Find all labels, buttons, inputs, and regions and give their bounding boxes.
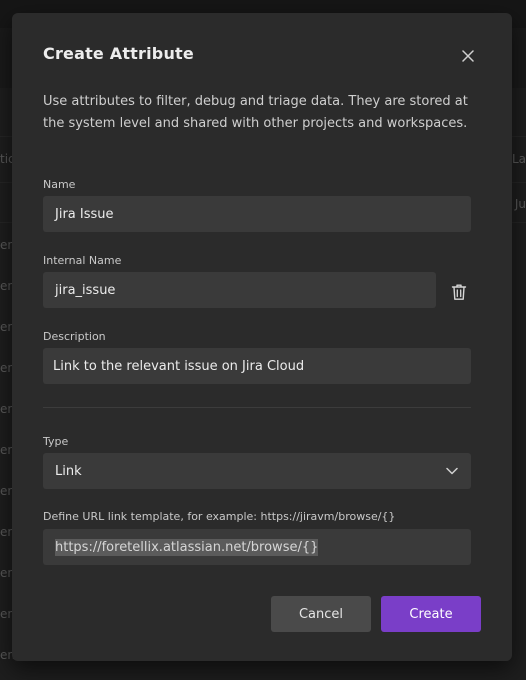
name-input-value: Jira Issue: [55, 206, 114, 222]
internal-name-input[interactable]: jira_issue: [43, 272, 436, 308]
type-label: Type: [43, 435, 69, 448]
description-label: Description: [43, 330, 106, 343]
name-input[interactable]: Jira Issue: [43, 196, 471, 232]
create-button[interactable]: Create: [381, 596, 481, 632]
description-input-value: Link to the relevant issue on Jira Cloud: [53, 358, 305, 374]
type-select[interactable]: Link: [43, 453, 471, 489]
section-divider: [43, 407, 471, 408]
dialog-title: Create Attribute: [43, 44, 194, 63]
internal-name-input-value: jira_issue: [55, 282, 116, 298]
type-select-value: Link: [55, 463, 82, 479]
name-label: Name: [43, 178, 76, 191]
table-cell-fragment: Ju: [514, 197, 526, 211]
url-template-label: Define URL link template, for example: h…: [43, 510, 396, 523]
dialog-description: Use attributes to filter, debug and tria…: [43, 94, 468, 131]
url-template-input-value: https://foretellix.atlassian.net/browse/…: [55, 538, 319, 556]
cancel-button[interactable]: Cancel: [271, 596, 371, 632]
delete-internal-name-button[interactable]: [449, 281, 469, 303]
chevron-down-icon: [445, 464, 459, 478]
url-template-input[interactable]: https://foretellix.atlassian.net/browse/…: [43, 529, 471, 565]
trash-icon: [451, 284, 467, 300]
create-attribute-dialog: Create Attribute Use attributes to filte…: [12, 13, 512, 661]
description-input[interactable]: Link to the relevant issue on Jira Cloud: [43, 348, 471, 384]
close-button[interactable]: [460, 48, 476, 64]
table-header-fragment: La: [511, 152, 526, 166]
close-icon: [462, 50, 474, 62]
internal-name-label: Internal Name: [43, 254, 122, 267]
